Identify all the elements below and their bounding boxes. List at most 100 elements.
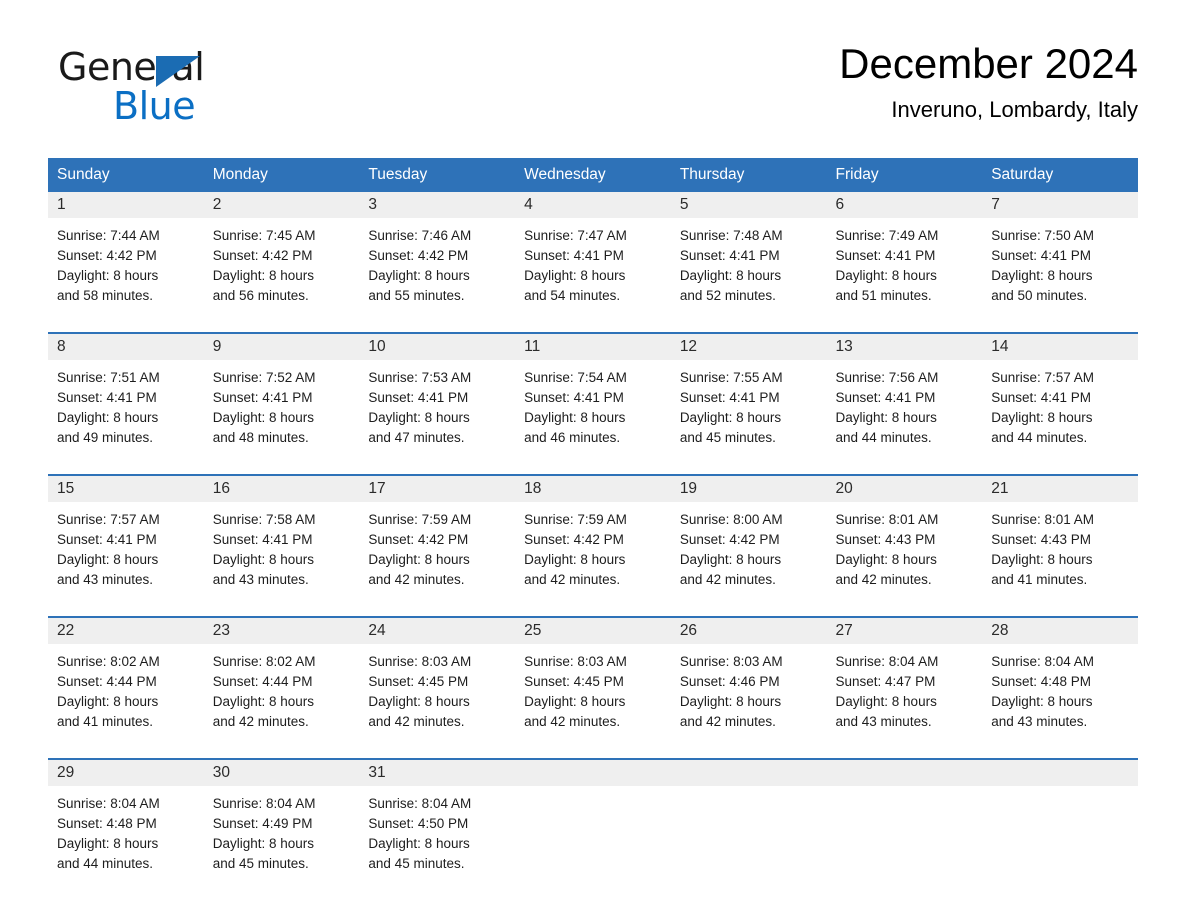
day-number: 23 — [203, 616, 360, 644]
daylight-text: Daylight: 8 hours — [524, 693, 626, 709]
day-number: 30 — [203, 758, 360, 786]
day-number: 31 — [359, 758, 516, 786]
weekday-header-sunday: Sunday — [48, 158, 204, 192]
day-number: 18 — [515, 474, 671, 502]
day-number-empty — [826, 758, 983, 786]
day-number: 3 — [359, 192, 516, 218]
sunset-text: Sunset: 4:41 PM — [835, 389, 936, 405]
daylight-text-cont: and 44 minutes. — [835, 429, 932, 445]
sunset-text: Sunset: 4:41 PM — [991, 247, 1092, 263]
day-number: 12 — [670, 332, 827, 360]
day-number-empty — [670, 758, 827, 786]
sunset-text: Sunset: 4:41 PM — [212, 531, 313, 547]
daylight-text: Daylight: 8 hours — [991, 693, 1093, 709]
generalblue-logo: General Blue — [58, 48, 318, 138]
day-number-empty — [515, 758, 671, 786]
sunrise-text: Sunrise: 7:47 AM — [524, 228, 627, 243]
daylight-text-cont: and 42 minutes. — [368, 571, 465, 587]
sunrise-text: Sunrise: 8:04 AM — [57, 796, 160, 811]
week-details-row: Sunrise: 7:51 AM Sunset: 4:41 PM Dayligh… — [48, 360, 1138, 475]
day-cell: Sunrise: 8:02 AM Sunset: 4:44 PM Dayligh… — [203, 644, 360, 759]
daylight-text: Daylight: 8 hours — [368, 551, 470, 567]
day-number: 26 — [670, 616, 827, 644]
daylight-text-cont: and 42 minutes. — [524, 713, 621, 729]
day-number: 13 — [826, 332, 983, 360]
weekday-header-friday: Friday — [826, 158, 983, 192]
daylight-text: Daylight: 8 hours — [524, 267, 626, 283]
day-cell: Sunrise: 8:04 AM Sunset: 4:47 PM Dayligh… — [826, 644, 983, 759]
day-number: 24 — [359, 616, 516, 644]
sunrise-text: Sunrise: 7:57 AM — [57, 512, 160, 527]
weekday-header-wednesday: Wednesday — [515, 158, 671, 192]
daylight-text-cont: and 58 minutes. — [57, 287, 154, 303]
week-details-row: Sunrise: 8:02 AM Sunset: 4:44 PM Dayligh… — [48, 644, 1138, 759]
daylight-text-cont: and 42 minutes. — [679, 713, 776, 729]
day-number: 4 — [515, 192, 671, 218]
week-details-row: Sunrise: 7:44 AM Sunset: 4:42 PM Dayligh… — [48, 218, 1138, 333]
weekday-header-monday: Monday — [203, 158, 360, 192]
day-cell: Sunrise: 8:04 AM Sunset: 4:48 PM Dayligh… — [48, 786, 204, 900]
daylight-text-cont: and 43 minutes. — [835, 713, 932, 729]
daylight-text: Daylight: 8 hours — [679, 551, 782, 567]
sunset-text: Sunset: 4:42 PM — [368, 531, 469, 547]
sunset-text: Sunset: 4:41 PM — [524, 247, 624, 263]
sunrise-sunset-calendar: Sunday Monday Tuesday Wednesday Thursday… — [48, 158, 1138, 900]
sunset-text: Sunset: 4:42 PM — [679, 531, 780, 547]
day-number: 28 — [982, 616, 1138, 644]
title-block: December 2024 Inveruno, Lombardy, Italy — [839, 40, 1138, 123]
sunrise-text: Sunrise: 8:04 AM — [212, 796, 316, 811]
sunrise-text: Sunrise: 8:03 AM — [524, 654, 627, 669]
logo-triangle-icon — [156, 56, 200, 87]
daylight-text-cont: and 45 minutes. — [368, 855, 465, 871]
daylight-text-cont: and 42 minutes. — [524, 571, 621, 587]
day-cell: Sunrise: 7:57 AM Sunset: 4:41 PM Dayligh… — [982, 360, 1138, 475]
day-cell: Sunrise: 7:57 AM Sunset: 4:41 PM Dayligh… — [48, 502, 204, 617]
daylight-text: Daylight: 8 hours — [991, 409, 1093, 425]
daylight-text-cont: and 41 minutes. — [991, 571, 1088, 587]
daylight-text: Daylight: 8 hours — [524, 409, 626, 425]
sunset-text: Sunset: 4:42 PM — [57, 247, 157, 263]
day-cell-empty — [826, 786, 983, 900]
sunrise-text: Sunrise: 7:52 AM — [212, 370, 316, 385]
day-cell: Sunrise: 8:04 AM Sunset: 4:50 PM Dayligh… — [359, 786, 516, 900]
daylight-text: Daylight: 8 hours — [679, 409, 782, 425]
sunset-text: Sunset: 4:48 PM — [991, 673, 1092, 689]
sunset-text: Sunset: 4:41 PM — [835, 247, 936, 263]
daylight-text: Daylight: 8 hours — [524, 551, 626, 567]
sunset-text: Sunset: 4:41 PM — [991, 389, 1092, 405]
day-cell: Sunrise: 7:54 AM Sunset: 4:41 PM Dayligh… — [515, 360, 671, 475]
weekday-header-tuesday: Tuesday — [359, 158, 516, 192]
day-cell-empty — [515, 786, 671, 900]
day-cell: Sunrise: 7:58 AM Sunset: 4:41 PM Dayligh… — [203, 502, 360, 617]
daylight-text-cont: and 41 minutes. — [57, 713, 154, 729]
calendar-page: General Blue December 2024 Inveruno, Lom… — [0, 0, 1188, 918]
day-cell-empty — [670, 786, 827, 900]
day-cell: Sunrise: 7:49 AM Sunset: 4:41 PM Dayligh… — [826, 218, 983, 333]
daylight-text: Daylight: 8 hours — [212, 409, 315, 425]
sunrise-text: Sunrise: 7:44 AM — [57, 228, 160, 243]
day-number: 29 — [48, 758, 204, 786]
day-cell: Sunrise: 7:55 AM Sunset: 4:41 PM Dayligh… — [670, 360, 827, 475]
daylight-text: Daylight: 8 hours — [212, 267, 315, 283]
day-cell: Sunrise: 7:44 AM Sunset: 4:42 PM Dayligh… — [48, 218, 204, 333]
day-cell: Sunrise: 8:03 AM Sunset: 4:46 PM Dayligh… — [670, 644, 827, 759]
sunrise-text: Sunrise: 7:59 AM — [524, 512, 627, 527]
sunset-text: Sunset: 4:47 PM — [835, 673, 936, 689]
sunset-text: Sunset: 4:44 PM — [57, 673, 157, 689]
daylight-text-cont: and 44 minutes. — [991, 429, 1088, 445]
day-cell: Sunrise: 8:01 AM Sunset: 4:43 PM Dayligh… — [826, 502, 983, 617]
week-daynumbers-row: 15 16 17 18 19 20 21 — [48, 474, 1138, 502]
sunrise-text: Sunrise: 8:04 AM — [368, 796, 472, 811]
daylight-text-cont: and 54 minutes. — [524, 287, 621, 303]
sunrise-text: Sunrise: 8:04 AM — [991, 654, 1095, 669]
week-daynumbers-row: 1 2 3 4 5 6 7 — [48, 192, 1138, 218]
daylight-text-cont: and 55 minutes. — [368, 287, 465, 303]
page-title: December 2024 — [839, 40, 1138, 87]
daylight-text-cont: and 42 minutes. — [212, 713, 309, 729]
weekday-header-thursday: Thursday — [670, 158, 827, 192]
daylight-text-cont: and 42 minutes. — [368, 713, 465, 729]
day-cell: Sunrise: 7:50 AM Sunset: 4:41 PM Dayligh… — [982, 218, 1138, 333]
daylight-text-cont: and 42 minutes. — [835, 571, 932, 587]
daylight-text-cont: and 42 minutes. — [679, 571, 776, 587]
sunrise-text: Sunrise: 8:04 AM — [835, 654, 939, 669]
